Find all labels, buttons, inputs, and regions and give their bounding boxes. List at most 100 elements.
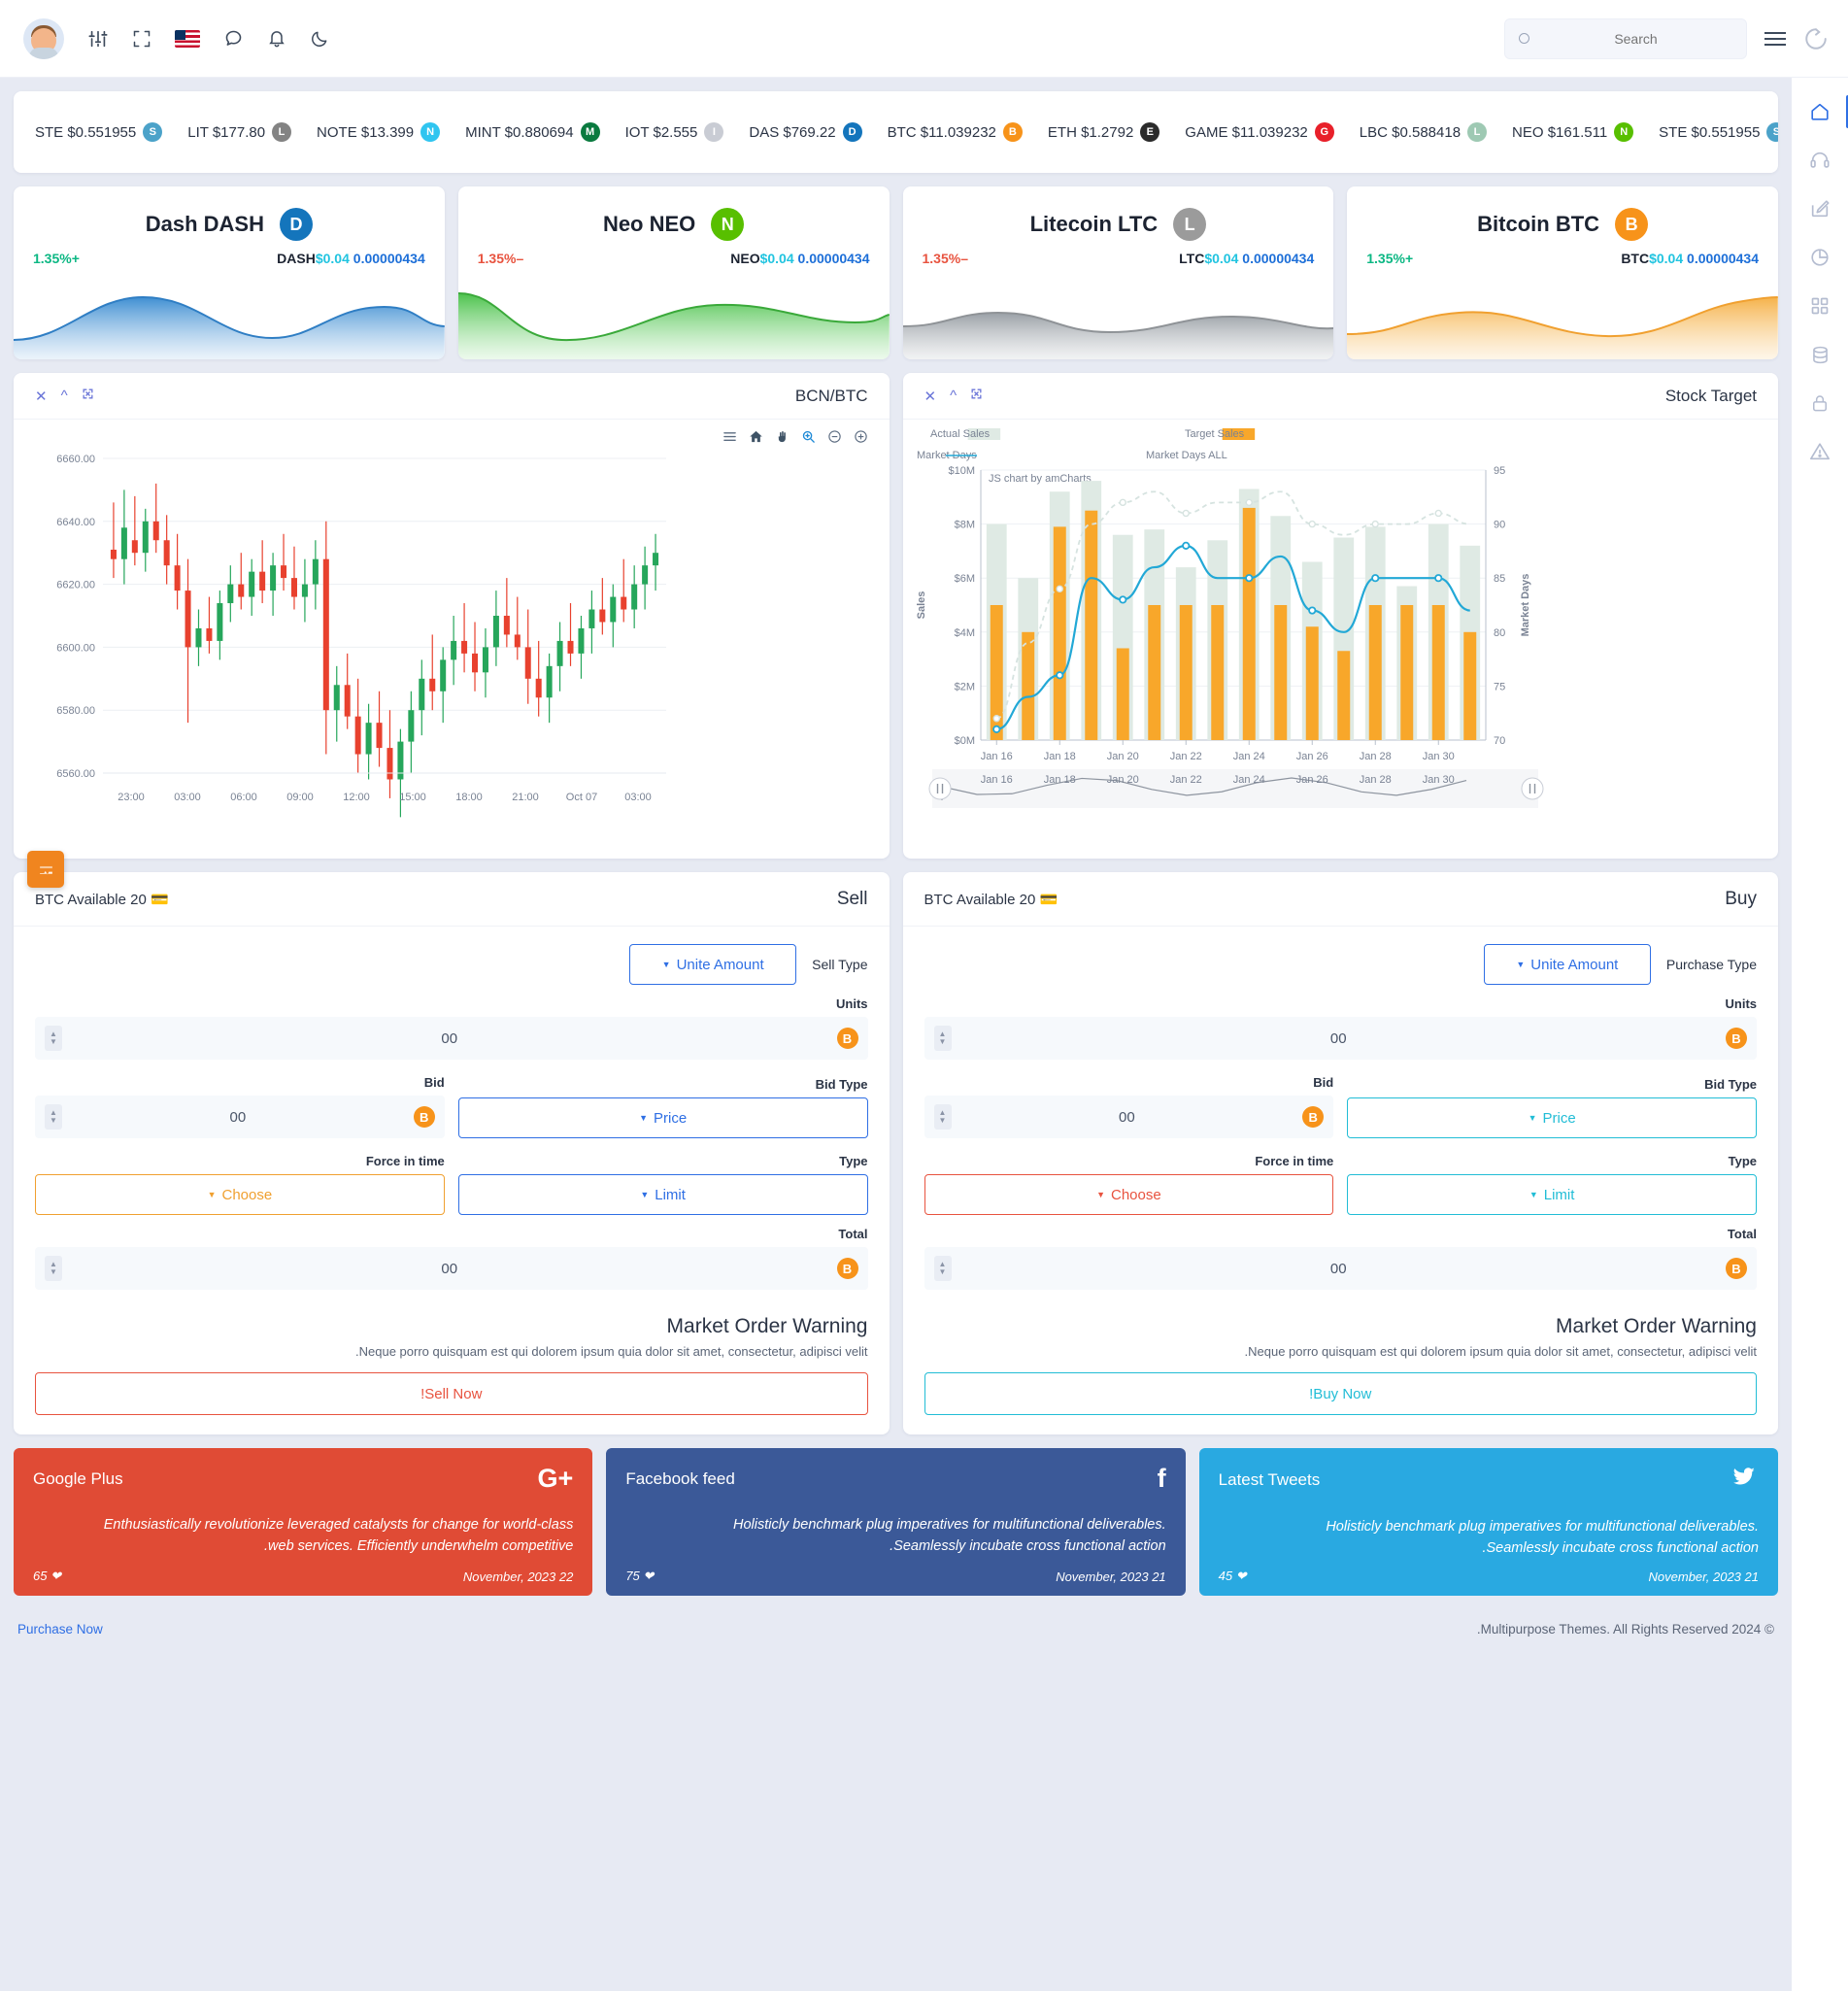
close-icon[interactable]: ✕ xyxy=(35,388,48,405)
svg-text:$10M: $10M xyxy=(948,465,975,477)
buy-now-button[interactable]: !Buy Now xyxy=(924,1372,1757,1415)
svg-text:6620.00: 6620.00 xyxy=(56,580,95,591)
social-card-footer: 75 ❤ November, 2023 21 xyxy=(625,1569,1165,1584)
zoom-out-icon[interactable] xyxy=(827,429,842,449)
bid-input[interactable]: ▲ ▼ 00 B xyxy=(924,1096,1334,1138)
svg-text:Jan 18: Jan 18 xyxy=(1043,751,1075,762)
sell-now-button[interactable]: !Sell Now xyxy=(35,1372,868,1415)
force-in-time-select[interactable]: ▼ Choose xyxy=(35,1174,445,1215)
coin-cards-row: Dash DASH D 1.35%+ DASH$0.04 0.00000434 Neo … xyxy=(14,186,1778,359)
home-icon[interactable] xyxy=(749,429,763,449)
menu-toggle-button[interactable] xyxy=(1764,31,1786,46)
sliders-icon[interactable] xyxy=(87,28,109,50)
stepper[interactable]: ▲ ▼ xyxy=(45,1104,62,1130)
ticker-item[interactable]: MINT $0.880694 M xyxy=(465,122,600,142)
sidebar-item-analytics[interactable] xyxy=(1800,245,1839,270)
sidebar-item-support[interactable] xyxy=(1800,148,1839,173)
sidebar-item-database[interactable] xyxy=(1800,342,1839,367)
unite-amount-select[interactable]: ▼ Unite Amount xyxy=(629,944,797,985)
sidebar-item-edit[interactable] xyxy=(1800,196,1839,221)
zoom-search-icon[interactable] xyxy=(801,429,816,449)
scroll-handle-right[interactable] xyxy=(1521,777,1543,800)
avatar[interactable] xyxy=(23,17,64,59)
force-in-time-value: Choose xyxy=(221,1186,273,1203)
bid-input[interactable]: ▲ ▼ 00 B xyxy=(35,1096,445,1138)
units-input[interactable]: ▲ ▼ 00 B xyxy=(924,1017,1757,1060)
ticker-item[interactable]: DAS $769.22 D xyxy=(749,122,862,142)
collapse-icon[interactable]: ^ xyxy=(61,388,68,405)
sidebar-item-security[interactable] xyxy=(1800,390,1839,416)
social-card[interactable]: Latest Tweets Holisticly benchmark plug i… xyxy=(1198,1448,1778,1596)
pan-icon[interactable] xyxy=(775,429,790,449)
svg-text:Actual Sales: Actual Sales xyxy=(930,428,991,440)
sidebar-item-home[interactable] xyxy=(1800,95,1848,128)
svg-text:Oct 07: Oct 07 xyxy=(566,792,597,803)
ticker-item[interactable]: BTC $11.039232 B xyxy=(888,122,1023,142)
floating-action-button[interactable] xyxy=(27,851,64,888)
unite-amount-select[interactable]: ▼ Unite Amount xyxy=(1483,944,1651,985)
ticker-item[interactable]: ETH $1.2792 E xyxy=(1048,122,1160,142)
svg-text:6640.00: 6640.00 xyxy=(56,517,95,528)
litecoin-icon: L xyxy=(272,122,292,142)
total-input[interactable]: ▲ ▼ 00 B xyxy=(924,1247,1757,1290)
like-count[interactable]: 75 ❤ xyxy=(625,1569,654,1584)
expand-icon[interactable] xyxy=(82,388,94,405)
svg-text:03:00: 03:00 xyxy=(624,792,652,803)
price-ticker: STE $0.551955 S LIT $177.80 L NOTE $13.399 N M… xyxy=(14,91,1778,173)
total-value: 00 xyxy=(441,1260,458,1277)
units-input[interactable]: ▲ ▼ 00 B xyxy=(35,1017,868,1060)
fullscreen-icon[interactable] xyxy=(132,29,151,49)
chat-icon[interactable] xyxy=(223,28,244,49)
bell-icon[interactable] xyxy=(267,28,286,49)
chart-toolbar xyxy=(722,429,868,449)
ticker-item[interactable]: NOTE $13.399 N xyxy=(317,122,441,142)
social-card[interactable]: Facebook feed f Holisticly benchmark plug … xyxy=(606,1448,1186,1596)
us-flag-icon[interactable] xyxy=(175,29,200,48)
close-icon[interactable]: ✕ xyxy=(924,388,937,405)
order-type-select[interactable]: ▼ Limit xyxy=(457,1174,868,1215)
svg-text:85: 85 xyxy=(1494,573,1505,585)
units-value: 00 xyxy=(1329,1029,1347,1047)
expand-icon[interactable] xyxy=(970,388,983,405)
force-in-time-select[interactable]: ▼ Choose xyxy=(924,1174,1334,1215)
ticker-item[interactable]: IOT $2.555 I xyxy=(625,122,724,142)
ticker-item[interactable]: STE $0.551955 S xyxy=(1659,122,1778,142)
total-input[interactable]: ▲ ▼ 00 B xyxy=(35,1247,868,1290)
coin-card[interactable]: Neo NEO N 1.35%– NEO$0.04 0.00000434 xyxy=(457,186,890,359)
sidebar-item-alerts[interactable] xyxy=(1800,439,1839,464)
like-count[interactable]: 45 ❤ xyxy=(1219,1569,1247,1584)
purchase-now-link[interactable]: Purchase Now xyxy=(17,1622,103,1637)
force-in-time-value: Choose xyxy=(1110,1186,1161,1203)
zoom-in-icon[interactable] xyxy=(854,429,868,449)
force-in-time-label: Force in time xyxy=(365,1154,445,1168)
coin-card-stats: 1.35%+ DASH$0.04 0.00000434 xyxy=(14,241,445,266)
social-card[interactable]: Google Plus G+ Enthusiastically revolution… xyxy=(14,1448,593,1596)
stepper[interactable]: ▲ ▼ xyxy=(933,1256,952,1281)
settings-spinner-icon[interactable] xyxy=(1803,26,1829,51)
bid-type-select[interactable]: ▼ Price xyxy=(457,1097,868,1138)
coin-card[interactable]: Bitcoin BTC B 1.35%+ BTC$0.04 0.00000434 xyxy=(1347,186,1778,359)
social-card-footer: 65 ❤ November, 2023 22 xyxy=(33,1569,573,1584)
like-count[interactable]: 65 ❤ xyxy=(33,1569,61,1584)
stepper[interactable]: ▲ ▼ xyxy=(933,1104,952,1130)
moon-icon[interactable] xyxy=(310,29,329,49)
stepper[interactable]: ▲ ▼ xyxy=(45,1026,62,1051)
stepper[interactable]: ▲ ▼ xyxy=(933,1026,952,1051)
bid-type-select[interactable]: ▼ Price xyxy=(1347,1097,1757,1138)
collapse-icon[interactable]: ^ xyxy=(950,388,957,405)
coin-card[interactable]: Dash DASH D 1.35%+ DASH$0.04 0.00000434 xyxy=(14,186,445,359)
ticker-item[interactable]: LBC $0.588418 L xyxy=(1360,122,1488,142)
order-type-select[interactable]: ▼ Limit xyxy=(1347,1174,1757,1215)
scroll-handle-left[interactable] xyxy=(928,777,951,800)
search-input[interactable] xyxy=(1539,30,1732,47)
stepper[interactable]: ▲ ▼ xyxy=(45,1256,62,1281)
bitcoin-icon: B xyxy=(836,1258,858,1279)
ticker-item[interactable]: GAME $11.039232 G xyxy=(1185,122,1334,142)
ticker-item[interactable]: NEO $161.511 N xyxy=(1512,122,1634,142)
ticker-item[interactable]: LIT $177.80 L xyxy=(187,122,292,142)
coin-card[interactable]: Litecoin LTC L 1.35%– LTC$0.04 0.00000434 xyxy=(902,186,1334,359)
search-box[interactable] xyxy=(1504,17,1747,59)
menu-icon[interactable] xyxy=(722,429,737,449)
sidebar-item-apps[interactable] xyxy=(1800,293,1839,319)
ticker-item[interactable]: STE $0.551955 S xyxy=(35,122,163,142)
